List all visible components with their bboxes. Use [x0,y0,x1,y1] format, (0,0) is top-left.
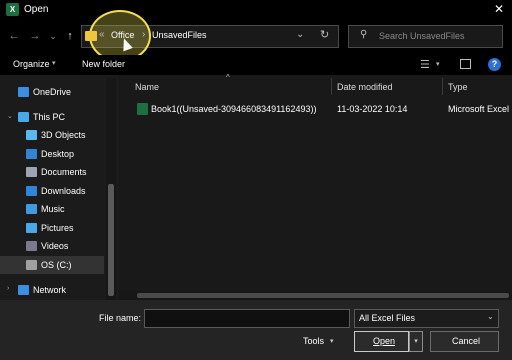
window-title: Open [24,4,49,15]
recent-dropdown-icon[interactable]: ⌄ [45,28,61,44]
sidebar-item-label: Music [41,204,65,214]
tools-dropdown-icon[interactable]: ▾ [330,337,334,345]
column-header-name[interactable]: Name [135,82,159,92]
pictures-icon [26,223,37,233]
sidebar-item-label: OS (C:) [41,260,72,270]
sidebar-item-os-c[interactable]: OS (C:) [0,256,104,274]
address-dropdown-icon[interactable]: ⌄ [296,29,304,40]
breadcrumb-separator-icon[interactable]: › [142,29,145,40]
sidebar-item-videos[interactable]: Videos [0,237,104,255]
column-header-date[interactable]: Date modified [337,82,393,92]
sidebar-item-this-pc[interactable]: ⌄ This PC [0,108,104,126]
column-divider[interactable] [331,78,332,95]
expand-chevron-icon[interactable]: ⌄ [7,112,13,120]
3d-objects-icon [26,130,37,140]
sidebar-item-label: Documents [41,167,87,177]
sidebar-item-label: This PC [33,112,66,122]
sidebar-item-label: Downloads [41,186,86,196]
sidebar-item-desktop[interactable]: Desktop [0,145,104,163]
sidebar-item-label: Desktop [41,149,75,159]
organize-dropdown-icon[interactable]: ▾ [52,59,56,67]
cancel-button-label: Cancel [452,336,481,346]
close-icon[interactable]: ✕ [494,2,504,16]
forward-button[interactable]: → [27,28,43,44]
sidebar-item-downloads[interactable]: Downloads [0,182,104,200]
sidebar-item-label: 3D Objects [41,130,86,140]
organize-button[interactable]: Organize [13,59,50,69]
file-name-cell[interactable]: Book1((Unsaved-309466083491162493)) [151,104,316,114]
network-icon [18,285,29,295]
folder-icon [85,31,97,41]
onedrive-icon [18,87,29,97]
sidebar-scroll-thumb[interactable] [108,184,114,296]
sidebar-item-documents[interactable]: Documents [0,163,104,181]
sidebar-item-label: Network [33,285,67,295]
file-date-cell: 11-03-2022 10:14 [337,104,408,114]
os-c-icon [26,260,37,270]
sidebar-item-3d-objects[interactable]: 3D Objects [0,126,104,144]
file-name-input[interactable] [144,309,350,328]
expand-chevron-icon[interactable]: › [7,285,9,292]
this-pc-icon [18,112,29,122]
refresh-icon[interactable]: ↻ [320,28,329,41]
desktop-icon [26,149,37,159]
preview-pane-icon[interactable] [460,59,471,69]
sidebar-item-network[interactable]: › Network [0,281,104,299]
excel-file-icon [137,103,148,115]
sidebar-item-label: OneDrive [33,87,72,97]
view-options-icon[interactable]: ☰ [420,58,430,71]
new-folder-button[interactable]: New folder [82,59,125,69]
tools-button[interactable]: Tools [303,336,324,346]
open-dropdown-button[interactable]: ▾ [409,331,423,352]
documents-icon [26,167,37,177]
videos-icon [26,241,37,251]
column-divider[interactable] [442,78,443,95]
sidebar-item-onedrive[interactable]: OneDrive [0,83,104,101]
breadcrumb-overflow-icon[interactable]: « [99,29,105,40]
open-button-label: Open [373,336,396,346]
title-bar [0,0,512,20]
search-placeholder: Search UnsavedFiles [379,31,465,41]
music-icon [26,204,37,214]
sidebar-item-pictures[interactable]: Pictures [0,219,104,237]
sort-ascending-icon: ^ [226,73,230,82]
excel-icon: X [6,3,19,16]
file-type-cell: Microsoft Excel [448,104,510,114]
file-name-label: File name: [99,313,142,323]
file-type-value: All Excel Files [359,313,416,323]
horizontal-scroll-thumb[interactable] [137,293,509,298]
column-header-type[interactable]: Type [448,82,468,92]
sidebar-item-music[interactable]: Music [0,200,104,218]
sidebar-item-label: Pictures [41,223,74,233]
up-button[interactable]: ↑ [62,28,78,44]
chevron-down-icon[interactable]: ⌄ [487,312,494,321]
sidebar-item-label: Videos [41,241,69,251]
search-icon: ⚲ [360,29,368,40]
help-icon[interactable]: ? [488,58,501,71]
view-dropdown-icon[interactable]: ▾ [436,60,440,68]
back-button[interactable]: ← [6,28,22,44]
breadcrumb-unsavedfiles[interactable]: UnsavedFiles [152,30,207,40]
downloads-icon [26,186,37,196]
